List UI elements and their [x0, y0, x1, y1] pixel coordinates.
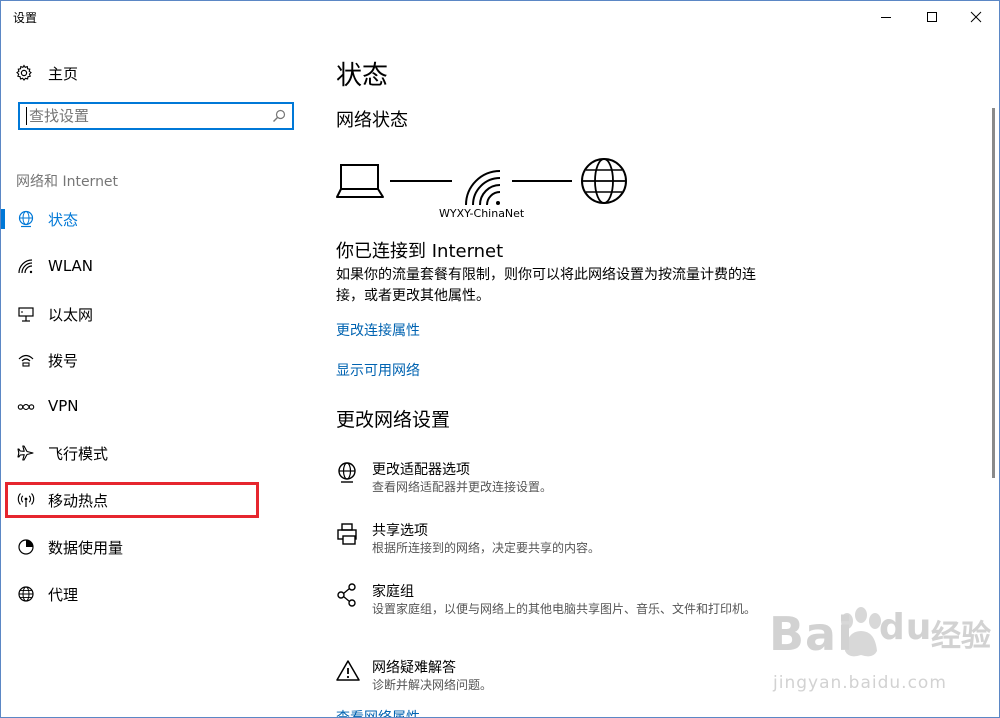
minimize-icon [881, 17, 891, 18]
change-network-settings-heading: 更改网络设置 [336, 409, 451, 431]
watermark-url: jingyan.baidu.com [773, 673, 947, 693]
option-description: 查看网络适配器并更改连接设置。 [372, 480, 553, 494]
search-box [18, 102, 294, 130]
active-indicator [1, 209, 5, 229]
hotspot-icon [17, 493, 35, 507]
option-homegroup[interactable]: 家庭组 设置家庭组，以便与网络上的其他电脑共享图片、音乐、文件和打印机。 [336, 581, 776, 637]
wifi-icon [18, 259, 33, 274]
option-description: 诊断并解决网络问题。 [372, 678, 493, 692]
sidebar-item-dialup[interactable]: 拨号 [1, 340, 319, 380]
sidebar-item-label: 代理 [48, 586, 79, 604]
option-title: 网络疑难解答 [372, 660, 456, 676]
globe-icon [18, 586, 34, 602]
sidebar-item-status[interactable]: 状态 [1, 199, 319, 239]
sidebar-item-wlan[interactable]: WLAN [1, 247, 319, 287]
view-network-properties-link[interactable]: 查看网络属性 [336, 707, 420, 717]
connected-description: 如果你的流量套餐有限制，则你可以将此网络设置为按流量计费的连接，或者更改其他属性… [336, 267, 756, 304]
ethernet-icon [18, 307, 34, 322]
sidebar-item-hotspot[interactable]: 移动热点 [1, 480, 319, 520]
data-usage-icon [18, 539, 34, 555]
option-description: 设置家庭组，以便与网络上的其他电脑共享图片、音乐、文件和打印机。 [372, 602, 757, 616]
sidebar-item-label: 拨号 [48, 352, 79, 370]
option-title: 共享选项 [372, 523, 428, 539]
dialup-icon [18, 354, 34, 367]
change-connection-properties-link[interactable]: 更改连接属性 [336, 320, 420, 340]
sidebar-item-label: 飞行模式 [48, 445, 109, 463]
network-status-heading: 网络状态 [336, 110, 408, 131]
sidebar-item-airplane[interactable]: 飞行模式 [1, 433, 319, 473]
option-description: 根据所连接到的网络，决定要共享的内容。 [372, 541, 601, 555]
option-sharing[interactable]: 共享选项 根据所连接到的网络，决定要共享的内容。 [336, 520, 776, 560]
window-title: 设置 [13, 11, 38, 25]
sidebar-item-proxy[interactable]: 代理 [1, 574, 319, 614]
settings-window: 设置 主页 网络和 Internet [0, 0, 1000, 718]
sidebar-item-vpn[interactable]: VPN [1, 387, 319, 427]
close-icon [970, 11, 982, 23]
scrollbar-thumb[interactable] [992, 108, 995, 478]
search-icon[interactable] [272, 109, 286, 123]
connected-heading: 你已连接到 Internet [336, 241, 504, 262]
internet-globe-icon [581, 158, 627, 204]
option-change-adapter[interactable]: 更改适配器选项 查看网络适配器并更改连接设置。 [336, 459, 776, 499]
search-input[interactable] [26, 107, 259, 125]
baidu-jingyan-watermark: Bai du 经验 jingyan.baidu.com [761, 607, 997, 715]
sidebar-item-label: 状态 [48, 211, 79, 229]
homegroup-icon [337, 583, 356, 607]
gear-icon [16, 64, 32, 81]
sidebar-item-label: 数据使用量 [48, 539, 124, 557]
home-label: 主页 [48, 64, 79, 83]
page-title: 状态 [336, 61, 389, 91]
close-button[interactable] [953, 1, 999, 33]
adapter-globe-icon [338, 462, 356, 483]
sidebar: 主页 网络和 Internet 状态 [1, 33, 319, 717]
airplane-icon [17, 445, 34, 461]
option-title: 更改适配器选项 [372, 462, 470, 478]
watermark-cn: 经验 [931, 619, 991, 654]
sidebar-item-data-usage[interactable]: 数据使用量 [1, 527, 319, 567]
sidebar-item-ethernet[interactable]: 以太网 [1, 294, 319, 334]
sidebar-item-label: 移动热点 [48, 492, 109, 510]
laptop-icon [336, 164, 384, 198]
vpn-icon [17, 403, 35, 411]
watermark-brand: Bai [769, 607, 854, 661]
sidebar-item-label: 以太网 [48, 306, 94, 324]
watermark-brand-du: du [879, 607, 933, 648]
title-bar: 设置 [1, 1, 999, 33]
wifi-signal-icon [465, 170, 501, 206]
sidebar-item-label: VPN [48, 397, 79, 415]
warning-icon [336, 660, 360, 681]
option-troubleshoot[interactable]: 网络疑难解答 诊断并解决网络问题。 [336, 657, 776, 697]
section-label: 网络和 Internet [16, 174, 119, 190]
minimize-button[interactable] [863, 1, 909, 33]
home-nav-item[interactable]: 主页 [15, 61, 78, 85]
sidebar-item-label: WLAN [48, 257, 94, 275]
option-title: 家庭组 [372, 584, 414, 600]
scrollbar[interactable] [991, 108, 997, 478]
globe-status-icon [18, 210, 34, 228]
maximize-icon [927, 12, 937, 22]
network-name: WYXY-ChinaNet [439, 207, 525, 220]
show-available-networks-link[interactable]: 显示可用网络 [336, 360, 420, 380]
maximize-button[interactable] [909, 1, 955, 33]
printer-icon [337, 523, 357, 545]
